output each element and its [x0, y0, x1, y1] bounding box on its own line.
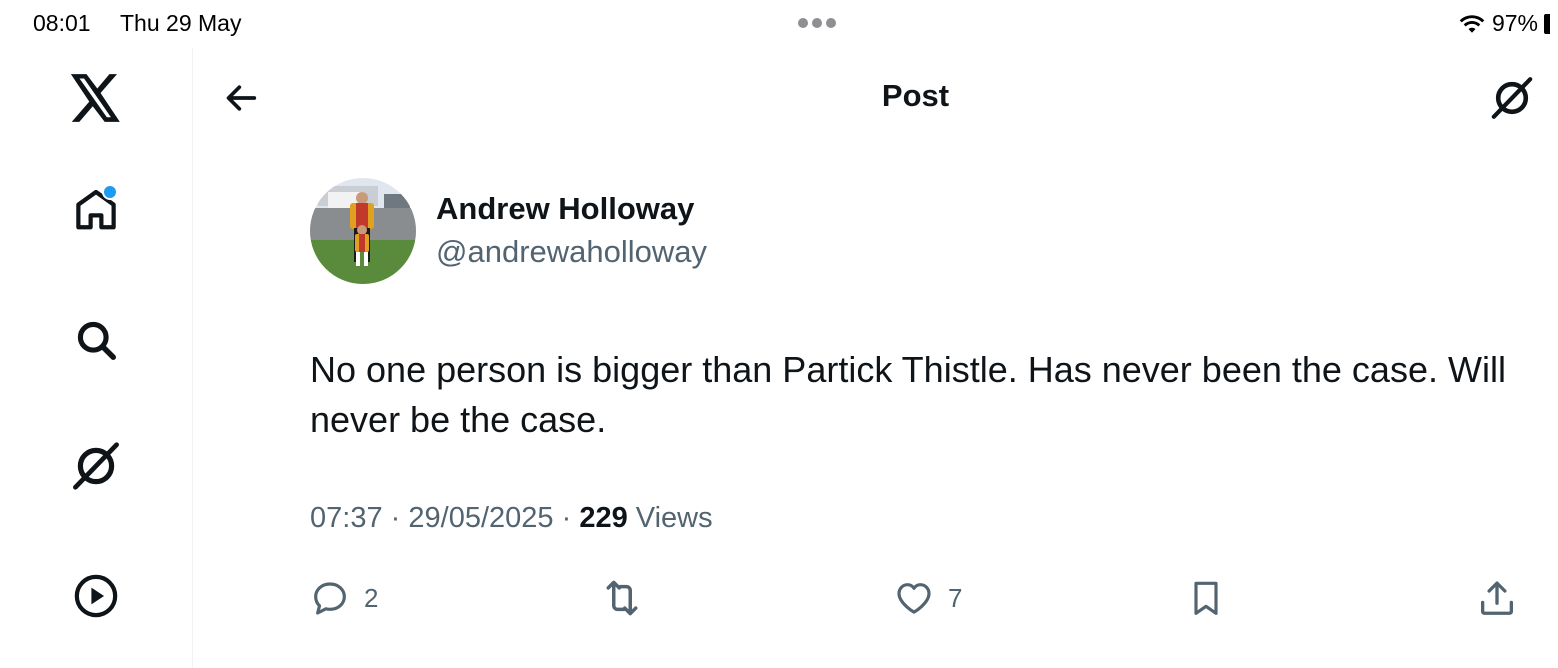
status-right: 97% [1458, 10, 1550, 37]
status-time: 08:01 [33, 10, 91, 36]
wifi-icon [1459, 14, 1485, 33]
grok-button[interactable] [1488, 74, 1536, 122]
share-button[interactable] [1476, 572, 1518, 624]
header: Post [193, 48, 1558, 148]
post-date[interactable]: 29/05/2025 [408, 502, 553, 534]
action-bar: 2 7 [0, 572, 1558, 624]
search-icon [77, 321, 116, 360]
reply-button[interactable]: 2 [310, 572, 378, 624]
battery-percent: 97% [1491, 10, 1538, 36]
reply-count: 2 [364, 582, 379, 613]
sidebar-item-home[interactable] [68, 182, 124, 238]
bookmark-button[interactable] [1186, 572, 1226, 624]
reply-icon [314, 582, 346, 615]
grok-icon [73, 442, 119, 490]
heart-icon [897, 583, 931, 614]
status-bar: 08:01 Thu 29 May 97% [0, 0, 1558, 48]
multitasking-dots-icon[interactable] [798, 18, 836, 28]
post-text: No one person is bigger than Partick Thi… [310, 349, 1506, 440]
meta-separator: · [561, 502, 572, 534]
like-button[interactable]: 7 [894, 572, 962, 624]
views-count: 229 [579, 502, 628, 534]
avatar[interactable] [310, 178, 416, 284]
bookmark-icon [1194, 581, 1218, 615]
repost-icon [606, 580, 638, 616]
like-count: 7 [948, 582, 963, 613]
sidebar-item-search[interactable] [68, 312, 124, 368]
post-meta: 07:37 · 29/05/2025 · 229 Views [310, 502, 713, 535]
author-name[interactable]: Andrew Holloway [436, 191, 694, 227]
post-time[interactable]: 07:37 [310, 502, 383, 534]
share-icon [1480, 581, 1514, 615]
sidebar-item-grok[interactable] [68, 438, 124, 494]
author-handle[interactable]: @andrewaholloway [436, 234, 707, 270]
repost-button[interactable] [600, 572, 644, 624]
sidebar-item-x-logo[interactable] [68, 70, 124, 126]
grok-icon [1491, 77, 1533, 119]
status-date: Thu 29 May [120, 10, 242, 36]
battery-icon [1544, 13, 1550, 34]
notification-dot [102, 184, 118, 200]
x-logo-icon [70, 74, 120, 122]
page-title: Post [881, 78, 950, 113]
views-label: Views [635, 502, 713, 534]
meta-separator: · [390, 502, 401, 534]
